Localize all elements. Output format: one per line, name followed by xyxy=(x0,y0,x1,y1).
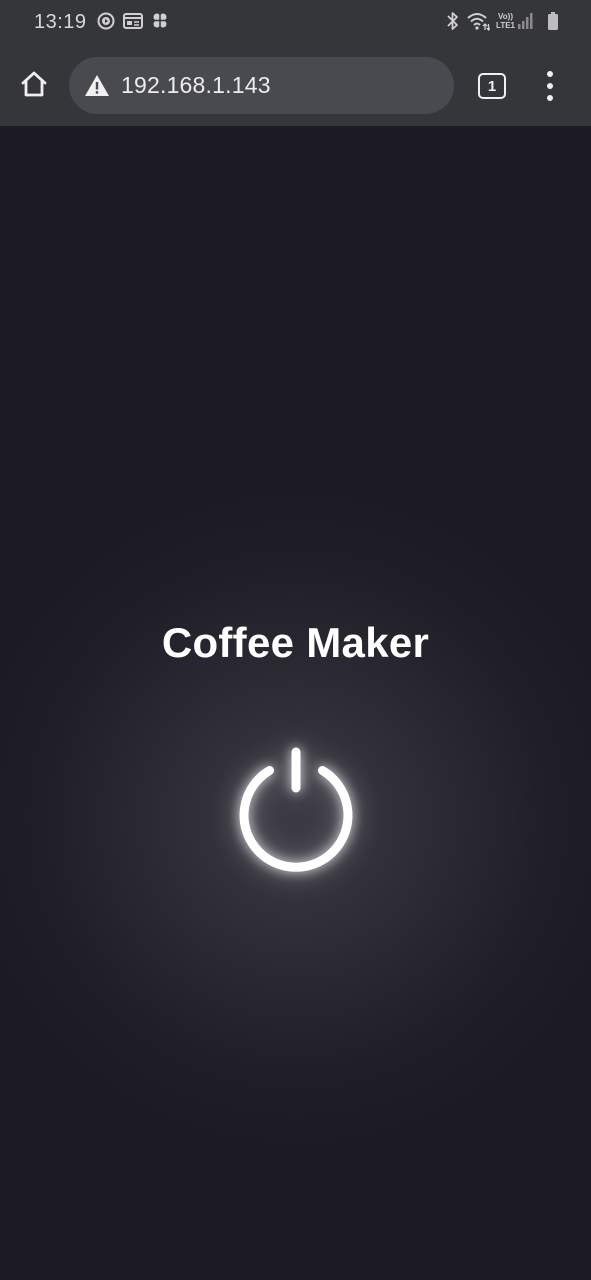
tab-count: 1 xyxy=(487,77,497,95)
status-time: 13:19 xyxy=(34,11,87,33)
volte-signal-icon: Vo)) LTE1 xyxy=(496,12,533,30)
page-title: Coffee Maker xyxy=(161,619,430,666)
power-icon xyxy=(226,747,366,892)
status-right-icons: Vo)) LTE1 xyxy=(446,11,559,31)
home-icon xyxy=(20,70,48,103)
page-content: Coffee Maker xyxy=(0,126,591,1280)
url-text: 192.168.1.143 xyxy=(121,72,271,98)
status-bar: 13:19 Vo)) LTE1 xyxy=(0,0,591,44)
play-circle-icon xyxy=(97,12,115,30)
tab-switcher-button[interactable]: 1 xyxy=(478,73,506,99)
status-left-icons xyxy=(97,12,169,30)
power-button[interactable] xyxy=(226,738,366,888)
battery-icon xyxy=(547,11,559,31)
bluetooth-icon xyxy=(446,11,460,31)
browser-toolbar: 192.168.1.143 1 xyxy=(0,44,591,126)
window-icon xyxy=(123,12,143,30)
volte-label: Vo)) xyxy=(498,12,513,21)
lte-label: LTE1 xyxy=(496,21,515,30)
address-bar[interactable]: 192.168.1.143 xyxy=(69,57,454,114)
home-button[interactable] xyxy=(14,66,54,106)
clover-icon xyxy=(151,12,169,30)
warning-icon[interactable] xyxy=(84,74,110,98)
more-vert-icon[interactable] xyxy=(540,71,560,101)
wifi-icon xyxy=(466,11,491,31)
